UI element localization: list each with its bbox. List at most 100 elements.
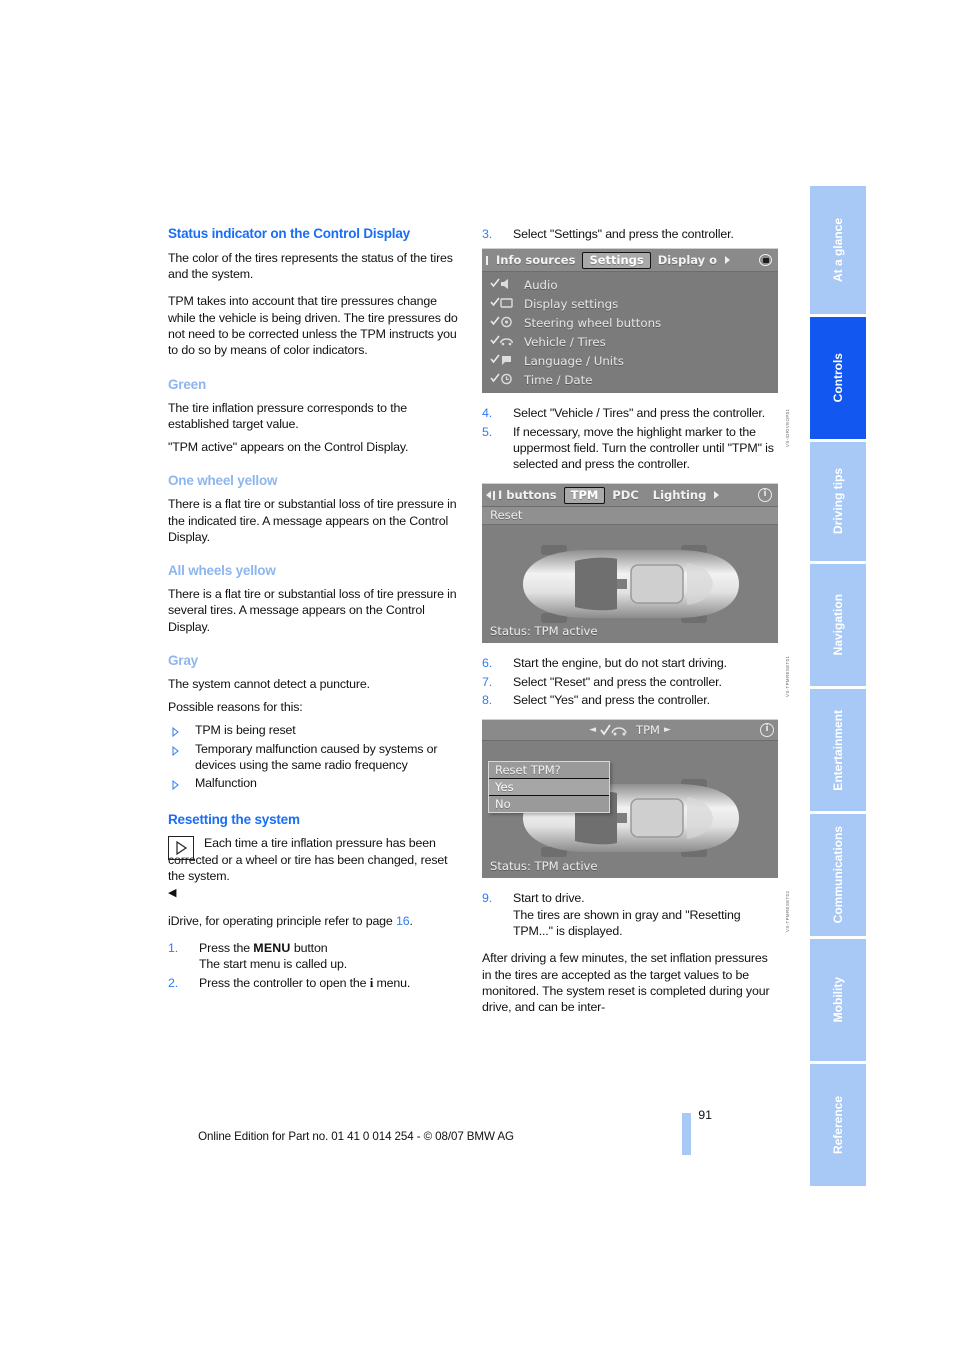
note-body: Each time a tire inflation pressure has … — [168, 836, 448, 884]
sidebar-item-mobility[interactable]: Mobility — [810, 939, 866, 1061]
menu-button-label: MENU — [253, 940, 291, 955]
idrive-reference-period: . — [409, 913, 413, 928]
scroll-right-icon[interactable]: ► — [664, 725, 671, 735]
left-column: Status indicator on the Control Display … — [168, 226, 464, 1002]
sidebar-item-communications[interactable]: Communications — [810, 814, 866, 936]
idrive-tab-bar: I buttons TPM PDC Lighting i — [482, 484, 778, 508]
sidebar-item-reference[interactable]: Reference — [810, 1064, 866, 1186]
list-item: TPM is being reset — [168, 722, 464, 738]
gray-reasons-list: TPM is being reset Temporary malfunction… — [168, 722, 464, 791]
idrive-tab-settings[interactable]: Settings — [582, 251, 651, 269]
idrive-tpm-title: TPM — [636, 723, 660, 738]
sidebar-item-navigation[interactable]: Navigation — [810, 564, 866, 686]
section-heading-gray: Gray — [168, 652, 198, 668]
tpm-reset-menu-item[interactable]: Reset — [482, 507, 778, 526]
check-clock-icon — [490, 372, 514, 387]
intro-paragraph-1: The color of the tires represents the st… — [168, 250, 453, 282]
info-icon[interactable]: i — [760, 723, 774, 738]
step-detail: The start menu is called up. — [199, 957, 348, 972]
note-triangle-icon — [168, 836, 194, 861]
step-item-5: 5. If necessary, move the highlight mark… — [482, 424, 778, 473]
step-text: Start the engine, but do not start drivi… — [513, 656, 727, 671]
car-top-view-illustration — [523, 545, 739, 624]
list-item: Temporary malfunction caused by systems … — [168, 741, 464, 774]
intro-paragraph-2: TPM takes into account that tire pressur… — [168, 294, 458, 358]
step-item-6: 6. Start the engine, but do not start dr… — [482, 655, 778, 671]
step-item-8: 8. Select "Yes" and press the controller… — [482, 692, 778, 708]
sidebar-item-label: At a glance — [831, 217, 845, 283]
idrive-tab-lighting[interactable]: Lighting — [646, 488, 714, 502]
step-number: 8. — [482, 693, 493, 708]
note-text: Each time a tire inflation pressure has … — [168, 835, 464, 901]
step-text-post: button — [290, 940, 328, 955]
check-steering-wheel-icon — [490, 315, 514, 330]
sidebar-item-label: Navigation — [831, 594, 845, 656]
step-text-pre: Press the — [199, 940, 254, 955]
sidebar-item-controls[interactable]: Controls — [810, 317, 866, 439]
sidebar-item-label: Controls — [831, 353, 845, 403]
sidebar-item-label: Entertainment — [831, 709, 845, 791]
menu-item-steering-wheel-buttons[interactable]: Steering wheel buttons — [482, 313, 778, 332]
scroll-right-icon[interactable] — [714, 491, 720, 500]
green-paragraph-2: "TPM active" appears on the Control Disp… — [168, 440, 409, 455]
idrive-reset-dialog-screenshot: ◄ TPM ► i Reset TPM? Yes No Status: TPM … — [482, 719, 790, 932]
right-column: 3. Select "Settings" and press the contr… — [482, 226, 790, 1026]
step-text: Select "Reset" and press the controller. — [513, 674, 722, 689]
idrive-menu-list: Audio Display settings Steering wheel bu… — [482, 272, 778, 394]
idrive-tab-display-options[interactable]: Display o — [651, 253, 724, 267]
idrive-settings-screenshot: Info sources Settings Display o Audio Di… — [482, 248, 790, 447]
page-link-16[interactable]: 16 — [396, 914, 410, 928]
sidebar-item-at-a-glance[interactable]: At a glance — [810, 186, 866, 314]
menu-item-label: Language / Units — [524, 353, 624, 368]
check-vehicle-icon — [600, 724, 627, 736]
tab-divider-icon — [493, 490, 495, 500]
check-display-icon — [490, 296, 514, 311]
chapter-tab-strip: At a glance Controls Driving tips Naviga… — [810, 186, 866, 1189]
note-block: Each time a tire inflation pressure has … — [168, 835, 464, 901]
idrive-tab-i-buttons[interactable]: I buttons — [496, 488, 564, 502]
sidebar-item-label: Communications — [831, 826, 845, 924]
idrive-tpm-header: ◄ TPM ► i — [482, 720, 778, 742]
idrive-tab-pdc[interactable]: PDC — [605, 488, 645, 502]
menu-item-time-date[interactable]: Time / Date — [482, 370, 778, 389]
sidebar-item-label: Driving tips — [831, 468, 845, 535]
idrive-tab-tpm[interactable]: TPM — [563, 486, 606, 504]
list-item-label: TPM is being reset — [195, 723, 296, 738]
check-vehicle-icon — [490, 334, 514, 349]
check-audio-icon — [490, 277, 514, 292]
step-3-list: 3. Select "Settings" and press the contr… — [482, 226, 778, 242]
dialog-option-no[interactable]: No — [489, 796, 609, 812]
gray-paragraph-2: Possible reasons for this: — [168, 700, 303, 715]
sidebar-item-entertainment[interactable]: Entertainment — [810, 689, 866, 811]
steps-6-8-list: 6. Start the engine, but do not start dr… — [482, 655, 778, 708]
step-number: 3. — [482, 227, 493, 241]
sidebar-item-label: Reference — [831, 1095, 845, 1155]
menu-item-vehicle-tires[interactable]: Vehicle / Tires — [482, 332, 778, 351]
menu-item-audio[interactable]: Audio — [482, 275, 778, 294]
figure-code: VS-TPMRESET01 — [785, 656, 790, 698]
scroll-right-icon[interactable] — [725, 256, 731, 265]
tpm-status-text: Status: TPM active — [490, 859, 598, 874]
step-item-3: 3. Select "Settings" and press the contr… — [482, 226, 778, 242]
menu-item-display-settings[interactable]: Display settings — [482, 294, 778, 313]
scroll-left-icon[interactable]: ◄ — [589, 725, 596, 735]
menu-item-label: Time / Date — [524, 372, 593, 387]
idrive-tab-info-sources[interactable]: Info sources — [489, 253, 582, 267]
section-heading-all-wheels-yellow: All wheels yellow — [168, 563, 276, 579]
scroll-left-icon[interactable] — [486, 491, 491, 500]
info-icon[interactable]: i — [758, 488, 772, 503]
step-text-pre: Press the controller to open the — [199, 975, 370, 990]
menu-item-label: Vehicle / Tires — [524, 334, 606, 349]
step-text: Select "Vehicle / Tires" and press the c… — [513, 406, 765, 421]
menu-item-language-units[interactable]: Language / Units — [482, 351, 778, 370]
tpm-car-panel: Reset TPM? Yes No Status: TPM active — [482, 741, 778, 879]
sidebar-item-driving-tips[interactable]: Driving tips — [810, 442, 866, 561]
footer-text: Online Edition for Part no. 01 41 0 014 … — [198, 1130, 514, 1143]
step-text: If necessary, move the highlight marker … — [513, 424, 774, 472]
step-item-9: 9. Start to drive. The tires are shown i… — [482, 890, 778, 939]
dialog-option-yes[interactable]: Yes — [489, 778, 609, 797]
step-text: Select "Yes" and press the controller. — [513, 693, 710, 708]
list-item-label: Malfunction — [195, 776, 257, 791]
menu-item-label: Display settings — [524, 296, 619, 311]
step-number: 7. — [482, 674, 493, 689]
